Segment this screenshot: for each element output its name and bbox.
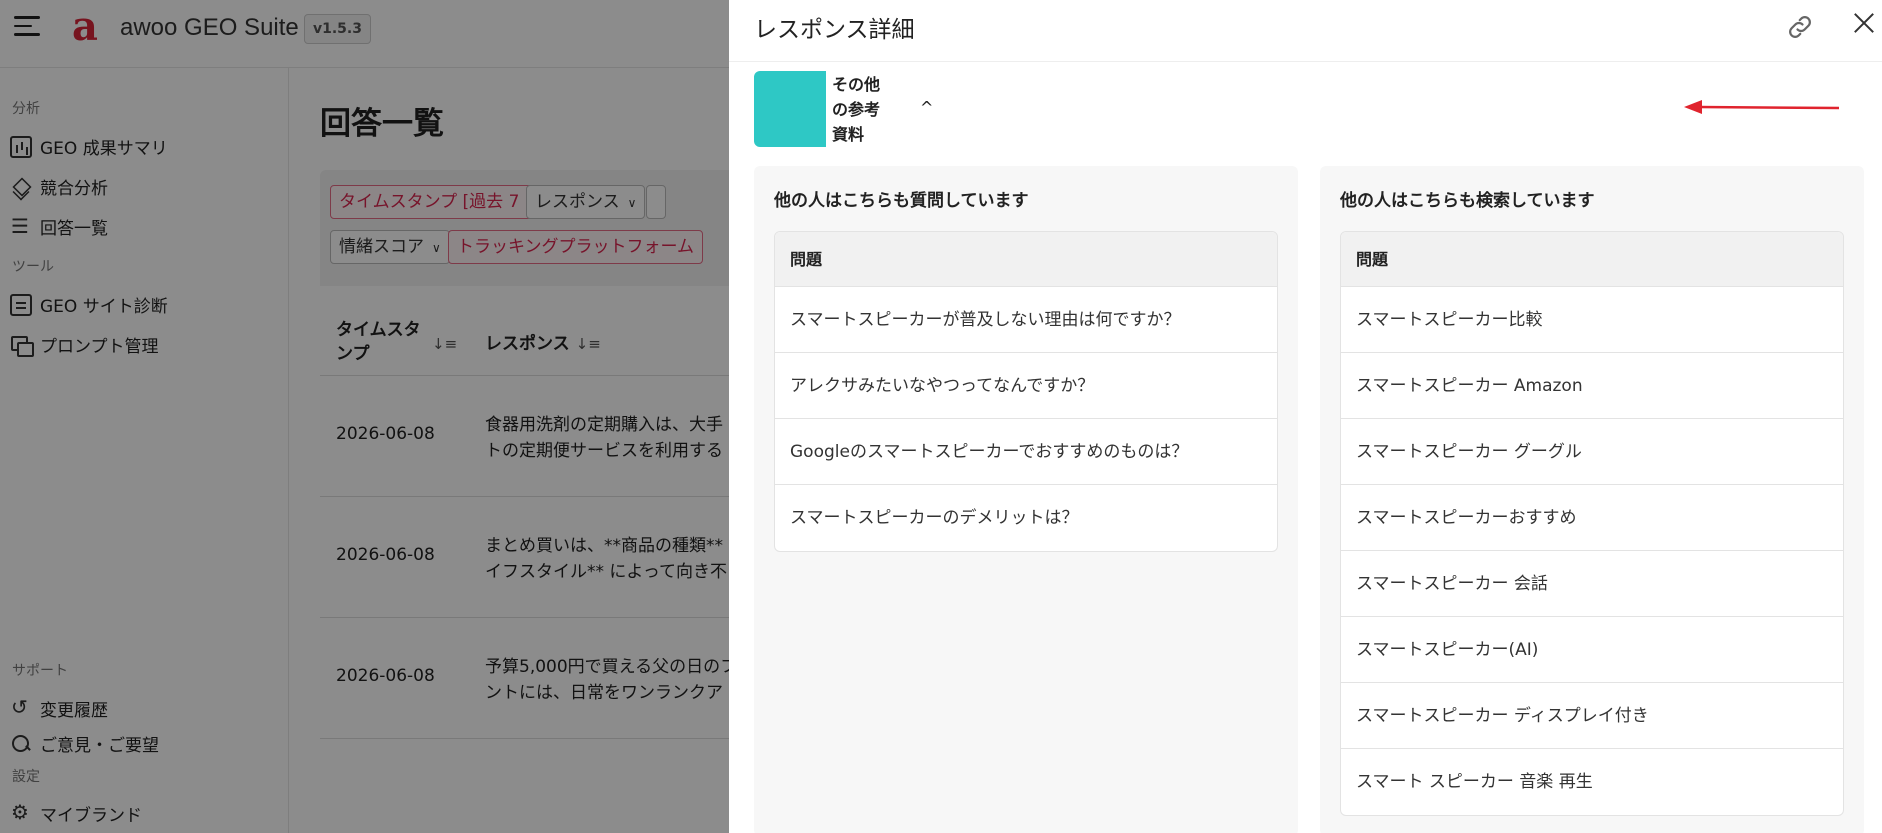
reference-label-line: の参考 [832,99,881,119]
list-item[interactable]: スマートスピーカーのデメリットは？ [775,485,1277,551]
people-also-search-panel: 他の人はこちらも検索しています 問題 スマートスピーカー比較 スマートスピーカー… [1320,166,1864,833]
response-detail-drawer: レスポンス詳細 その他 の参考 資料 ^ 他の人はこちらも質問しています 問題 … [729,0,1882,833]
people-also-ask-panel: 他の人はこちらも質問しています 問題 スマートスピーカーが普及しない理由は何です… [754,166,1298,833]
reference-color-swatch [754,71,826,147]
close-icon[interactable] [1853,12,1875,34]
list-item[interactable]: スマートスピーカー ディスプレイ付き [1341,683,1843,749]
reference-toggle[interactable]: その他 の参考 資料 ^ [754,71,933,147]
reference-label-line: 資料 [832,124,865,144]
annotation-arrow [1684,100,1839,114]
list-item[interactable]: スマートスピーカーおすすめ [1341,485,1843,551]
table-header: 問題 [1341,232,1843,287]
list-item[interactable]: スマートスピーカー(AI) [1341,617,1843,683]
list-item[interactable]: スマートスピーカー Amazon [1341,353,1843,419]
list-item[interactable]: Googleのスマートスピーカーでおすすめのものは？ [775,419,1277,485]
table-header: 問題 [775,232,1277,287]
panel-title: 他の人はこちらも質問しています [774,191,1029,211]
list-item[interactable]: スマートスピーカーが普及しない理由は何ですか？ [775,287,1277,353]
list-item[interactable]: スマートスピーカー比較 [1341,287,1843,353]
drawer-title: レスポンス詳細 [754,17,915,43]
chevron-up-icon[interactable]: ^ [920,98,933,117]
modal-overlay[interactable] [0,0,730,833]
list-item[interactable]: スマートスピーカー 会話 [1341,551,1843,617]
list-item[interactable]: スマート スピーカー 音楽 再生 [1341,749,1843,815]
searches-table: 問題 スマートスピーカー比較 スマートスピーカー Amazon スマートスピーカ… [1340,231,1844,816]
questions-table: 問題 スマートスピーカーが普及しない理由は何ですか？ アレクサみたいなやつってな… [774,231,1278,552]
reference-label: その他 の参考 資料 [832,72,892,147]
list-item[interactable]: スマートスピーカー グーグル [1341,419,1843,485]
list-item[interactable]: アレクサみたいなやつってなんですか？ [775,353,1277,419]
panel-title: 他の人はこちらも検索しています [1340,191,1595,211]
reference-label-line: その他 [832,74,881,94]
drawer-header: レスポンス詳細 [729,0,1882,62]
link-icon[interactable] [1785,12,1815,42]
